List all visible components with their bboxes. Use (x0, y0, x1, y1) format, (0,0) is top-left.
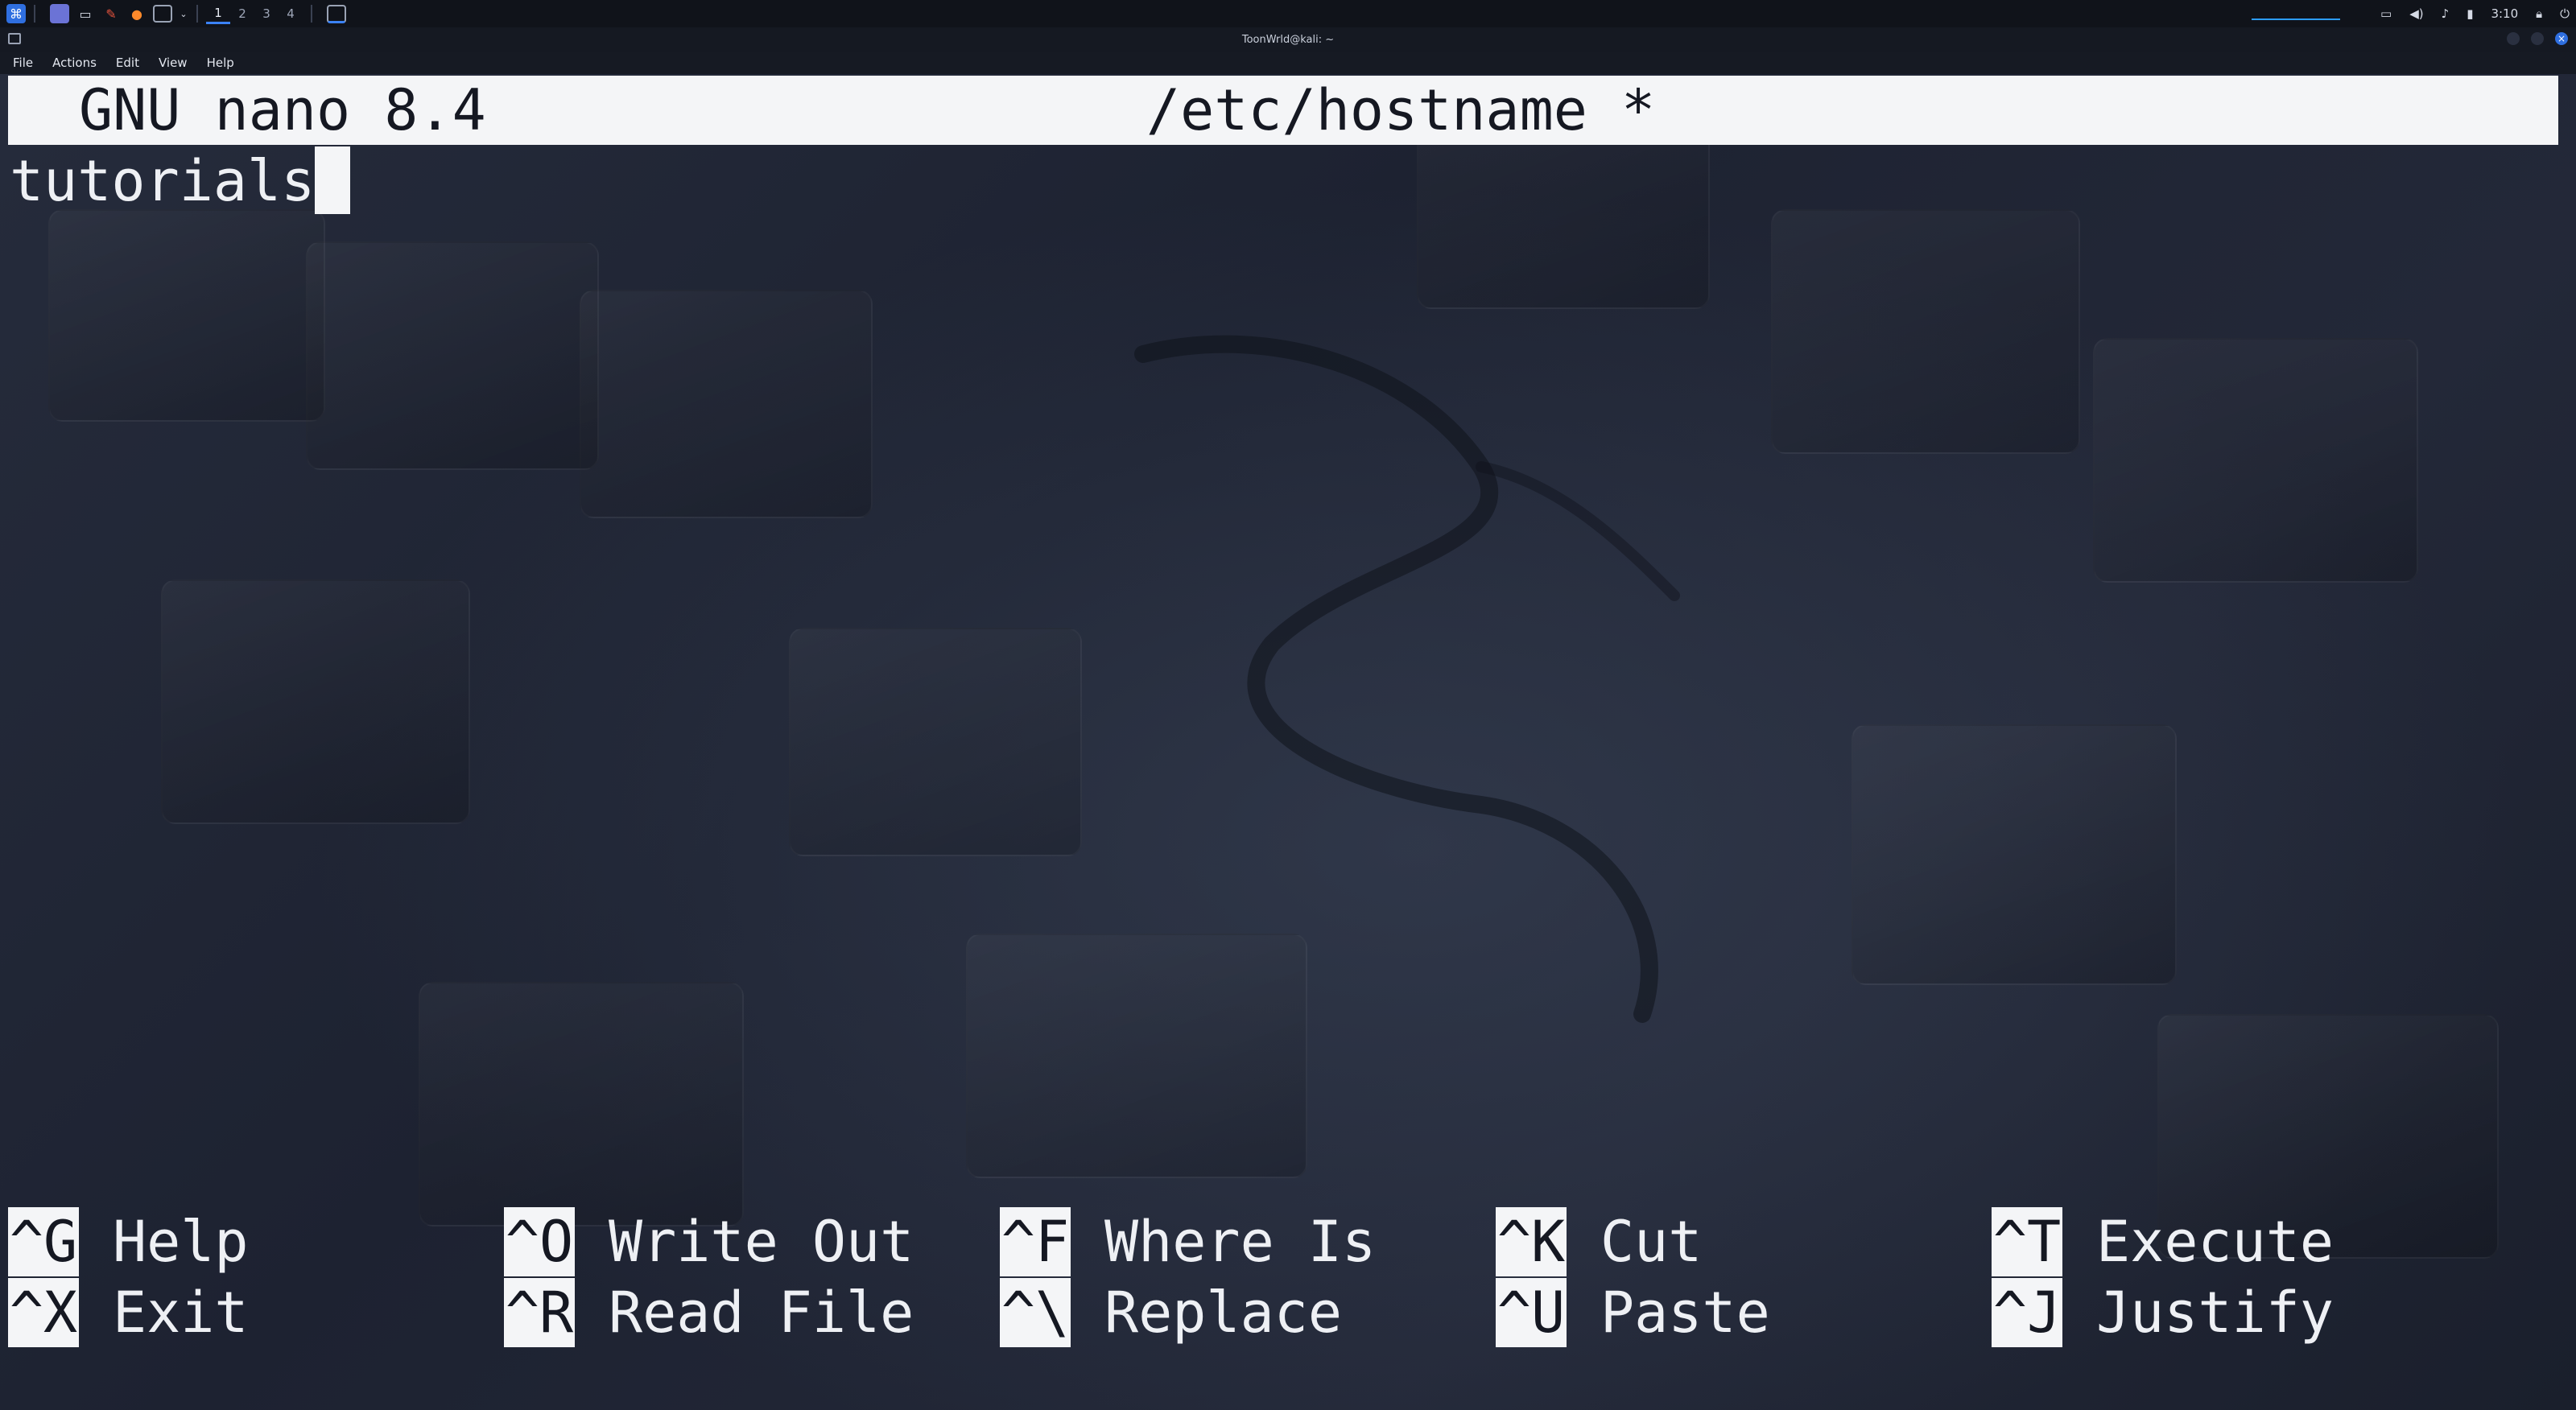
file-manager-icon[interactable]: ▭ (76, 4, 95, 23)
shortcut-where-is[interactable]: ^F Where Is (1000, 1207, 1376, 1276)
minimize-button[interactable] (2507, 32, 2520, 45)
system-tray: ▭ ◀) ♪ ▮ 3:10 🔒︎ ⏻ (2252, 0, 2570, 27)
panel-separator (311, 5, 312, 23)
nano-version: GNU nano 8.4 (79, 77, 486, 143)
shortcut-key: ^O (504, 1207, 575, 1276)
shortcut-label: Paste (1600, 1280, 1770, 1346)
shortcut-justify[interactable]: ^J Justify (1992, 1278, 2334, 1347)
shortcut-label: Justify (2096, 1280, 2334, 1346)
shortcut-cut[interactable]: ^K Cut (1496, 1207, 1702, 1276)
shortcut-label: Write Out (609, 1209, 914, 1275)
shortcut-label: Execute (2096, 1209, 2334, 1275)
menu-file[interactable]: File (13, 56, 33, 70)
shortcut-label: Cut (1600, 1209, 1703, 1275)
shortcut-label: Read File (609, 1280, 914, 1346)
text-cursor (315, 146, 351, 214)
terminal-icon[interactable] (153, 5, 172, 23)
shortcut-key: ^\ (1000, 1278, 1071, 1347)
kali-dragon-watermark (1134, 335, 1680, 1023)
shortcut-help[interactable]: ^G Help (8, 1207, 249, 1276)
top-panel: ⌘ ▭ ✎ ● ⌄ 1 2 3 4 ▭ ◀) ♪ ▮ 3:10 🔒︎ ⏻ (0, 0, 2576, 27)
file-content-line[interactable]: tutorials (10, 148, 315, 214)
text-editor-icon[interactable]: ✎ (101, 4, 121, 23)
shortcut-paste[interactable]: ^U Paste (1496, 1278, 1770, 1347)
shortcut-label: Replace (1104, 1280, 1343, 1346)
cpu-graph (2252, 7, 2341, 20)
battery-icon[interactable]: ▮ (2467, 6, 2473, 21)
maximize-button[interactable] (2531, 32, 2544, 45)
chevron-down-icon[interactable]: ⌄ (179, 4, 188, 23)
shortcut-key: ^U (1496, 1278, 1567, 1347)
menu-actions[interactable]: Actions (52, 56, 97, 70)
panel-separator (34, 5, 35, 23)
shortcut-label: Where Is (1104, 1209, 1377, 1275)
shortcut-key: ^F (1000, 1207, 1071, 1276)
kali-menu-icon[interactable]: ⌘ (6, 4, 26, 23)
lock-icon[interactable]: 🔒︎ (2536, 6, 2542, 21)
window-title: ToonWrld@kali: ~ (1241, 33, 1335, 46)
notification-bell-icon[interactable]: ♪ (2442, 6, 2450, 21)
show-desktop-icon[interactable] (50, 4, 69, 23)
nano-shortcut-bar: ^G Help ^O Write Out ^F Where Is ^K Cut ^T Ex… (8, 1207, 2552, 1352)
shortcut-key: ^J (1992, 1278, 2062, 1347)
menu-edit[interactable]: Edit (116, 56, 139, 70)
workspace-2[interactable]: 2 (230, 3, 254, 24)
shortcut-execute[interactable]: ^T Execute (1992, 1207, 2334, 1276)
shortcut-write-out[interactable]: ^O Write Out (504, 1207, 914, 1276)
workspace-4[interactable]: 4 (279, 3, 303, 24)
close-button[interactable]: × (2555, 32, 2568, 45)
shortcut-read-file[interactable]: ^R Read File (504, 1278, 914, 1347)
display-icon[interactable]: ▭ (2380, 6, 2392, 21)
shortcut-label: Help (113, 1209, 249, 1275)
firefox-icon[interactable]: ● (127, 4, 147, 23)
shortcut-exit[interactable]: ^X Exit (8, 1278, 249, 1347)
window-menu-icon[interactable] (8, 33, 21, 44)
shortcut-key: ^R (504, 1278, 575, 1347)
shortcut-key: ^T (1992, 1207, 2062, 1276)
volume-icon[interactable]: ◀) (2409, 6, 2423, 21)
power-icon[interactable]: ⏻ (2560, 6, 2570, 21)
nano-edit-area[interactable]: tutorials (10, 146, 351, 216)
workspace-3[interactable]: 3 (254, 3, 279, 24)
nano-filename: /etc/hostname * (1146, 77, 1656, 143)
terminal-menubar: File Actions Edit View Help (0, 52, 2576, 74)
nano-title-bar: GNU nano 8.4 /etc/hostname * (8, 76, 2558, 145)
terminal-task-icon[interactable] (327, 4, 346, 23)
shortcut-label: Exit (113, 1280, 249, 1346)
shortcut-key: ^X (8, 1278, 79, 1347)
panel-separator (196, 5, 198, 23)
wallpaper (0, 0, 2576, 1410)
workspace-1[interactable]: 1 (206, 3, 230, 24)
menu-help[interactable]: Help (207, 56, 234, 70)
clock[interactable]: 3:10 (2491, 6, 2518, 21)
desktop: ⌘ ▭ ✎ ● ⌄ 1 2 3 4 ▭ ◀) ♪ ▮ 3:10 🔒︎ ⏻ Too… (0, 0, 2576, 1410)
menu-view[interactable]: View (159, 56, 188, 70)
shortcut-replace[interactable]: ^\ Replace (1000, 1278, 1342, 1347)
shortcut-key: ^K (1496, 1207, 1567, 1276)
shortcut-key: ^G (8, 1207, 79, 1276)
terminal-titlebar: ToonWrld@kali: ~ × (0, 27, 2576, 52)
window-controls: × (2507, 32, 2568, 45)
